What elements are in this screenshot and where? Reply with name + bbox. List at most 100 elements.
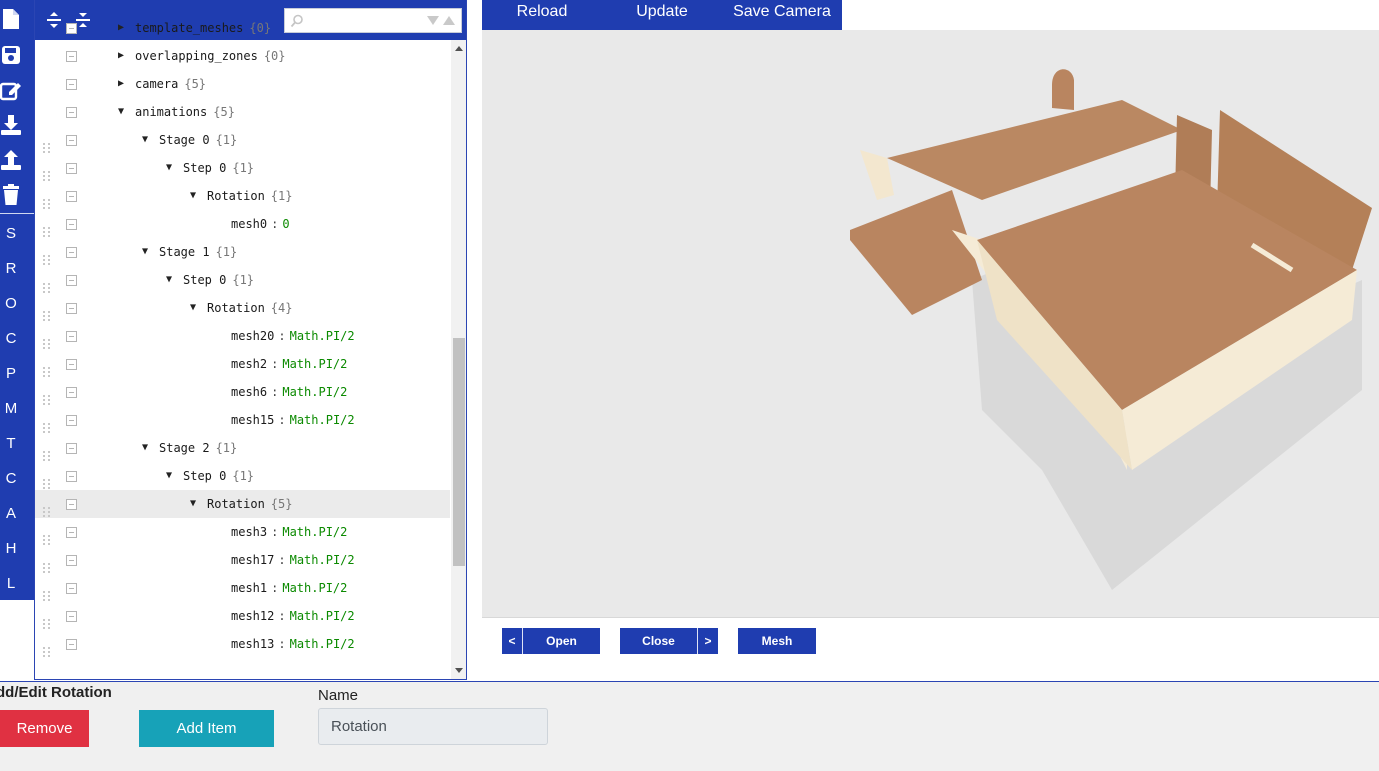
tree-node-label[interactable]: mesh3: Math.PI/2 xyxy=(231,518,347,546)
tree-row[interactable]: ▼ Rotation {5} xyxy=(35,490,450,518)
node-key[interactable]: mesh1 xyxy=(231,581,267,595)
node-key[interactable]: overlapping_zones xyxy=(135,49,258,63)
toolbar-letter-m[interactable]: M xyxy=(0,397,22,421)
expand-toggle-icon[interactable]: ▶ xyxy=(115,42,127,70)
drag-handle-icon[interactable] xyxy=(43,275,51,293)
tree-node-label[interactable]: mesh17: Math.PI/2 xyxy=(231,546,355,574)
row-menu-checkbox[interactable] xyxy=(66,443,77,454)
node-value[interactable]: Math.PI/2 xyxy=(290,413,355,427)
node-key[interactable]: Step 0 xyxy=(183,161,226,175)
node-value[interactable]: 0 xyxy=(282,217,289,231)
drag-handle-icon[interactable] xyxy=(43,219,51,237)
row-menu-checkbox[interactable] xyxy=(66,387,77,398)
tree-node-label[interactable]: mesh20: Math.PI/2 xyxy=(231,322,355,350)
edit-icon[interactable] xyxy=(0,77,22,103)
tree-row[interactable]: mesh17: Math.PI/2 xyxy=(35,546,450,574)
collapse-toggle-icon[interactable]: ▼ xyxy=(139,238,151,266)
collapse-toggle-icon[interactable]: ▼ xyxy=(163,462,175,490)
node-value[interactable]: Math.PI/2 xyxy=(282,385,347,399)
toolbar-letter-p[interactable]: P xyxy=(0,362,22,386)
node-key[interactable]: mesh3 xyxy=(231,525,267,539)
row-menu-checkbox[interactable] xyxy=(66,23,77,34)
drag-handle-icon[interactable] xyxy=(43,527,51,545)
row-menu-checkbox[interactable] xyxy=(66,163,77,174)
tree-node-label[interactable]: mesh6: Math.PI/2 xyxy=(231,378,347,406)
tree-node-label[interactable]: mesh15: Math.PI/2 xyxy=(231,406,355,434)
save-camera-button[interactable]: Save Camera xyxy=(722,0,842,30)
scroll-up-icon[interactable] xyxy=(455,46,463,51)
tree-node-label[interactable]: Rotation {1} xyxy=(207,182,292,210)
tree-node-label[interactable]: mesh13: Math.PI/2 xyxy=(231,630,355,658)
drag-handle-icon[interactable] xyxy=(43,163,51,181)
toolbar-letter-s[interactable]: S xyxy=(0,222,22,246)
tree-row[interactable]: ▶ camera {5} xyxy=(35,70,450,98)
toolbar-letter-c2[interactable]: C xyxy=(0,467,22,491)
tree-node-label[interactable]: mesh12: Math.PI/2 xyxy=(231,602,355,630)
collapse-toggle-icon[interactable]: ▼ xyxy=(139,126,151,154)
toolbar-letter-h[interactable]: H xyxy=(0,537,22,561)
prev-button[interactable]: < xyxy=(502,628,522,654)
node-key[interactable]: Step 0 xyxy=(183,469,226,483)
row-menu-checkbox[interactable] xyxy=(66,247,77,258)
drag-handle-icon[interactable] xyxy=(43,471,51,489)
scroll-thumb[interactable] xyxy=(453,338,465,566)
drag-handle-icon[interactable] xyxy=(43,611,51,629)
name-field[interactable]: Rotation xyxy=(318,708,548,745)
collapse-toggle-icon[interactable]: ▼ xyxy=(163,266,175,294)
scroll-down-icon[interactable] xyxy=(455,668,463,673)
tree-row[interactable]: ▼ Rotation {1} xyxy=(35,182,450,210)
tree-row[interactable]: ▶ template_meshes {0} xyxy=(35,14,450,42)
node-key[interactable]: Rotation xyxy=(207,301,265,315)
row-menu-checkbox[interactable] xyxy=(66,303,77,314)
add-item-button[interactable]: Add Item xyxy=(139,710,274,747)
node-key[interactable]: camera xyxy=(135,77,178,91)
new-file-icon[interactable] xyxy=(0,6,22,32)
node-key[interactable]: mesh13 xyxy=(231,637,274,651)
tree-node-label[interactable]: Stage 0 {1} xyxy=(159,126,237,154)
tree-node-label[interactable]: template_meshes {0} xyxy=(135,14,271,42)
node-value[interactable]: Math.PI/2 xyxy=(282,525,347,539)
drag-handle-icon[interactable] xyxy=(43,555,51,573)
3d-viewer-canvas[interactable] xyxy=(482,30,1379,617)
collapse-toggle-icon[interactable]: ▼ xyxy=(163,154,175,182)
row-menu-checkbox[interactable] xyxy=(66,499,77,510)
open-button[interactable]: Open xyxy=(523,628,600,654)
toolbar-letter-c[interactable]: C xyxy=(0,327,22,351)
expand-toggle-icon[interactable]: ▶ xyxy=(115,70,127,98)
tree-row[interactable]: mesh3: Math.PI/2 xyxy=(35,518,450,546)
tree-row[interactable]: ▼ Stage 1 {1} xyxy=(35,238,450,266)
tree-row[interactable]: mesh6: Math.PI/2 xyxy=(35,378,450,406)
tree-node-label[interactable]: mesh1: Math.PI/2 xyxy=(231,574,347,602)
tree-node-label[interactable]: Step 0 {1} xyxy=(183,462,254,490)
tree-node-label[interactable]: Rotation {5} xyxy=(207,490,292,518)
download-icon[interactable] xyxy=(0,112,22,138)
drag-handle-icon[interactable] xyxy=(43,583,51,601)
drag-handle-icon[interactable] xyxy=(43,359,51,377)
toolbar-letter-r[interactable]: R xyxy=(0,257,22,281)
trash-icon[interactable] xyxy=(0,182,22,208)
tree-row[interactable]: mesh13: Math.PI/2 xyxy=(35,630,450,658)
update-button[interactable]: Update xyxy=(602,0,722,30)
row-menu-checkbox[interactable] xyxy=(66,107,77,118)
drag-handle-icon[interactable] xyxy=(43,387,51,405)
node-value[interactable]: Math.PI/2 xyxy=(290,329,355,343)
reload-button[interactable]: Reload xyxy=(482,0,602,30)
tree-row[interactable]: mesh12: Math.PI/2 xyxy=(35,602,450,630)
toolbar-letter-l[interactable]: L xyxy=(0,572,22,596)
tree-row[interactable]: mesh20: Math.PI/2 xyxy=(35,322,450,350)
tree-row[interactable]: ▶ overlapping_zones {0} xyxy=(35,42,450,70)
row-menu-checkbox[interactable] xyxy=(66,191,77,202)
drag-handle-icon[interactable] xyxy=(43,135,51,153)
tree-row[interactable]: mesh1: Math.PI/2 xyxy=(35,574,450,602)
save-icon[interactable] xyxy=(0,42,22,68)
tree-scrollbar[interactable] xyxy=(451,40,466,679)
row-menu-checkbox[interactable] xyxy=(66,611,77,622)
tree-row[interactable]: ▼ Step 0 {1} xyxy=(35,154,450,182)
close-button[interactable]: Close xyxy=(620,628,697,654)
tree-row[interactable]: mesh15: Math.PI/2 xyxy=(35,406,450,434)
node-key[interactable]: Stage 2 xyxy=(159,441,210,455)
tree-row[interactable]: ▼ animations {5} xyxy=(35,98,450,126)
node-value[interactable]: Math.PI/2 xyxy=(282,357,347,371)
node-key[interactable]: mesh0 xyxy=(231,217,267,231)
row-menu-checkbox[interactable] xyxy=(66,471,77,482)
